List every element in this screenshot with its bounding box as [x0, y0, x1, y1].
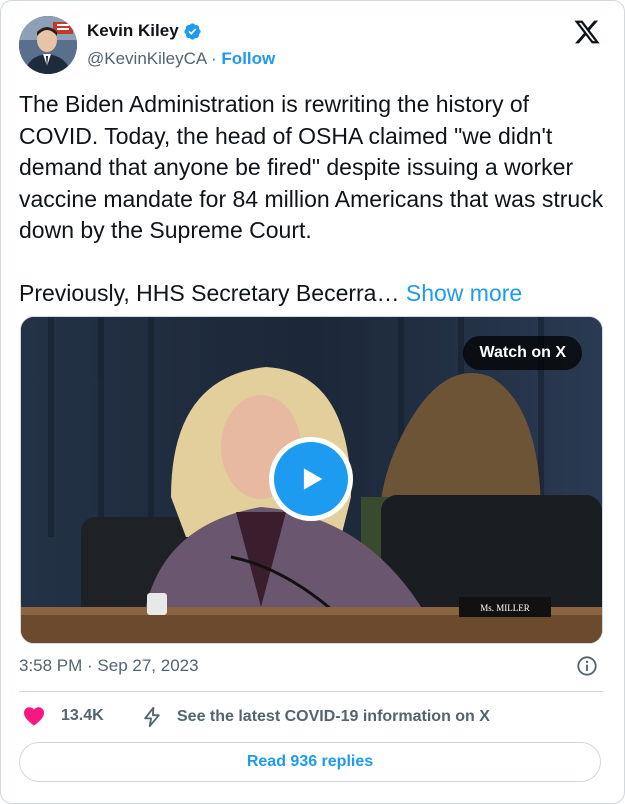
follow-button[interactable]: Follow [221, 49, 275, 68]
read-replies-button[interactable]: Read 936 replies [19, 742, 601, 782]
author-handle[interactable]: @KevinKileyCA [87, 49, 206, 68]
tweet-body: The Biden Administration is rewriting th… [19, 91, 604, 306]
play-button-fill [274, 442, 348, 516]
divider [19, 691, 603, 692]
tweet-header: Kevin Kiley @KevinKileyCA · Follow [19, 16, 607, 76]
like-button[interactable]: 13.4K [23, 706, 104, 726]
avatar[interactable] [19, 16, 77, 74]
author-name-row: Kevin Kiley [87, 21, 202, 41]
avatar-image [19, 16, 77, 74]
lightning-icon [144, 706, 160, 728]
covid-info-text: See the latest COVID-19 information on X [177, 708, 490, 725]
author-name[interactable]: Kevin Kiley [87, 21, 179, 41]
show-more-link[interactable]: Show more [406, 280, 522, 306]
x-logo-icon[interactable] [573, 18, 601, 46]
action-bar: 13.4K See the latest COVID-19 informatio… [19, 704, 603, 732]
verified-badge-icon [184, 22, 201, 40]
nameplate-text: Ms. MILLER [480, 603, 530, 613]
heart-icon [24, 707, 44, 726]
tweet-card: Kevin Kiley @KevinKileyCA · Follow The B… [0, 0, 625, 804]
play-icon [303, 468, 323, 490]
covid-info-link[interactable]: See the latest COVID-19 information on X [141, 706, 490, 728]
like-count: 13.4K [61, 707, 104, 724]
info-icon[interactable] [576, 655, 598, 677]
video-player[interactable]: Ms. MILLER Watch on X [20, 316, 603, 644]
tweet-text: The Biden Administration is rewriting th… [19, 89, 609, 310]
tweet-timestamp[interactable]: 3:58 PM · Sep 27, 2023 [19, 656, 199, 676]
watch-on-x-button[interactable]: Watch on X [463, 336, 582, 370]
handle-separator: · [206, 49, 222, 68]
author-handle-row: @KevinKileyCA · Follow [87, 49, 275, 69]
play-button[interactable] [269, 437, 353, 521]
